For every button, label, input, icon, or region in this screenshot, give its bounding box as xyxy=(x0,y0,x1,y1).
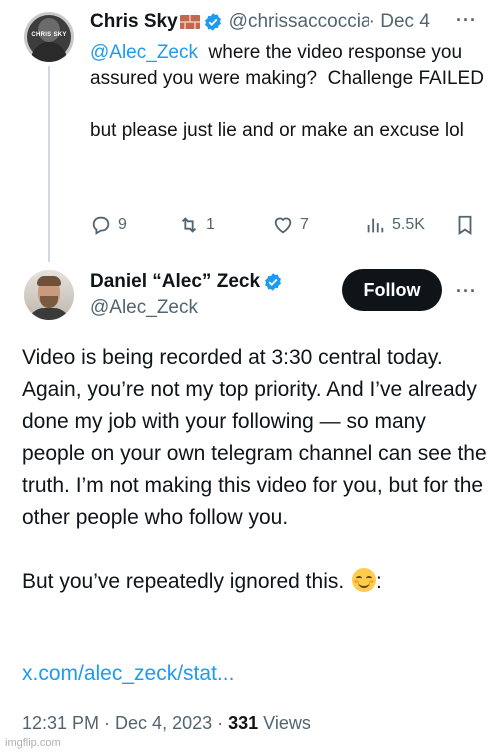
watermark: imgflip.com xyxy=(5,737,61,749)
views-icon xyxy=(367,218,384,233)
author-handle[interactable]: @Alec_Zeck xyxy=(90,297,198,319)
main-tweet-body: Video is being recorded at 3:30 central … xyxy=(22,346,487,593)
tweet-link[interactable]: x.com/alec_zeck/stat... xyxy=(22,662,234,686)
reply-count: 9 xyxy=(118,216,127,233)
author-handle[interactable]: @chrissaccoccia xyxy=(229,11,369,33)
reply-icon xyxy=(92,216,110,235)
reply-tweet-header: Chris Sky @chrissaccoccia · Dec 4 xyxy=(90,11,430,33)
bookmark-icon xyxy=(458,215,472,235)
author-name[interactable]: Chris Sky xyxy=(90,11,178,33)
main-tweet-header: Daniel “Alec” Zeck xyxy=(90,271,283,293)
thread-connector-line xyxy=(48,66,50,262)
reply-button[interactable]: 9 xyxy=(90,214,127,236)
tweet-timestamp[interactable]: 12:31 PM · Dec 4, 2023 · xyxy=(22,713,228,733)
avatar[interactable] xyxy=(24,270,74,320)
verified-icon xyxy=(203,12,223,32)
like-count: 7 xyxy=(300,216,309,233)
views-button[interactable]: 5.5K xyxy=(364,214,425,236)
avatar[interactable]: CHRIS SKY xyxy=(24,12,74,62)
repost-button[interactable]: 1 xyxy=(178,214,215,236)
follow-button[interactable]: Follow xyxy=(342,269,442,311)
repost-icon xyxy=(181,217,197,233)
tweet-meta: 12:31 PM · Dec 4, 2023 · 331 Views xyxy=(22,713,311,734)
avatar-label: CHRIS SKY xyxy=(31,32,67,38)
main-tweet-tail: : xyxy=(376,570,382,593)
more-icon[interactable]: ··· xyxy=(456,281,477,302)
verified-icon xyxy=(263,272,283,292)
author-name[interactable]: Daniel “Alec” Zeck xyxy=(90,271,260,293)
views-label: Views xyxy=(258,713,311,733)
main-tweet-text: Video is being recorded at 3:30 central … xyxy=(22,342,492,598)
like-icon xyxy=(274,217,292,234)
more-icon[interactable]: ··· xyxy=(456,10,477,31)
tweet-actions-bar: 9 1 7 5.5K xyxy=(90,214,485,240)
view-count: 5.5K xyxy=(392,216,425,233)
smiling-face-emoji-icon xyxy=(352,568,377,592)
like-button[interactable]: 7 xyxy=(272,214,309,236)
views-count: 331 xyxy=(228,713,259,733)
bookmark-button[interactable] xyxy=(454,214,476,236)
repost-count: 1 xyxy=(206,216,215,233)
mention-link[interactable]: @Alec_Zeck xyxy=(90,42,198,63)
tweet-date[interactable]: · Dec 4 xyxy=(369,11,430,33)
reply-tweet-text: @Alec_Zeck where the video response you … xyxy=(90,40,485,144)
brick-emoji-icon xyxy=(179,14,200,30)
